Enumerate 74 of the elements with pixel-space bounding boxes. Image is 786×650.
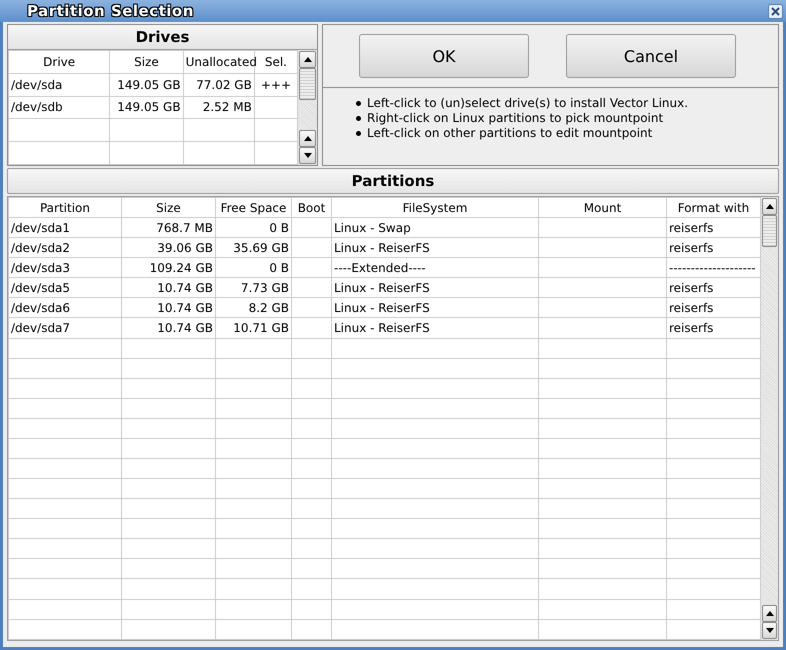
close-icon[interactable] [768, 4, 783, 18]
table-cell: /dev/sda5 [8, 278, 122, 298]
table-cell: 39.06 GB [122, 238, 216, 258]
scrollbar[interactable] [298, 50, 317, 165]
bullet-icon [356, 130, 361, 136]
panel-heading: Partitions [7, 168, 779, 194]
column-header[interactable]: Format with [666, 198, 760, 218]
table-cell: 0 B [216, 218, 292, 238]
column-header[interactable]: Drive [8, 50, 110, 74]
table-cell: 77.02 GB [183, 73, 254, 96]
table-cell: /dev/sda3 [8, 258, 122, 278]
table-cell: Linux - ReiserFS [332, 298, 538, 318]
bullet-icon [356, 116, 361, 120]
table-cell: Linux - Swap [332, 218, 538, 238]
dialog-button[interactable]: Cancel [566, 34, 736, 78]
table-cell: Linux - ReiserFS [332, 278, 538, 298]
table-cell: 10.74 GB [122, 298, 216, 318]
table-cell: 109.24 GB [122, 258, 216, 278]
scroll-up-button[interactable] [299, 51, 316, 68]
table-cell: /dev/sda7 [8, 318, 122, 338]
scroll-up-button[interactable] [762, 198, 777, 215]
table-cell: 10.74 GB [122, 278, 216, 298]
table-cell: reiserfs [666, 218, 760, 238]
scroll-down-button[interactable] [299, 147, 316, 164]
table-cell: reiserfs [666, 238, 760, 258]
up-arrow-icon [766, 204, 774, 209]
up-arrow-icon [304, 57, 312, 62]
table-cell: 2.52 MB [183, 96, 254, 119]
column-header[interactable]: Boot [292, 198, 332, 218]
table-cell: ----Extended---- [332, 258, 538, 278]
table-cell: /dev/sda2 [8, 238, 122, 258]
down-arrow-icon [304, 153, 312, 158]
table-cell: 149.05 GB [110, 73, 184, 96]
table-cell: reiserfs [666, 278, 760, 298]
column-header[interactable]: Partition [8, 198, 122, 218]
hint-text: Right-click on Linux partitions to pick mountpoint [367, 111, 664, 125]
table-cell: 0 B [216, 258, 292, 278]
bullet-icon [356, 100, 361, 106]
down-arrow-icon [766, 628, 774, 633]
table-cell: 149.05 GB [110, 96, 184, 119]
table-cell: 35.69 GB [216, 238, 292, 258]
column-header[interactable]: Size [122, 198, 216, 218]
table-cell: /dev/sda1 [8, 218, 122, 238]
scroll-thumb[interactable] [299, 68, 316, 100]
scroll-up-button[interactable] [299, 130, 316, 147]
table-cell: Linux - ReiserFS [332, 238, 538, 258]
table-cell: 768.7 MB [122, 218, 216, 238]
column-header[interactable]: Free Space [216, 198, 292, 218]
column-header[interactable]: FileSystem [332, 198, 538, 218]
table-cell: /dev/sda [8, 73, 110, 96]
table-cell: /dev/sdb [8, 96, 110, 119]
panel-heading: Drives [8, 25, 317, 50]
window-title: Partition Selection [27, 2, 194, 20]
column-header[interactable]: Mount [538, 198, 666, 218]
table-cell: /dev/sda6 [8, 298, 122, 318]
table-cell: -------------------- [666, 258, 760, 278]
up-arrow-icon [304, 136, 312, 141]
table-cell: reiserfs [666, 298, 760, 318]
column-header[interactable]: Size [110, 50, 184, 74]
scroll-thumb[interactable] [762, 215, 777, 247]
dialog-button[interactable]: OK [359, 34, 529, 78]
table-cell: 8.2 GB [216, 298, 292, 318]
table-cell: Linux - ReiserFS [332, 318, 538, 338]
table-cell: 10.71 GB [216, 318, 292, 338]
hint-text: Left-click to (un)select drive(s) to install Vector Linux. [367, 96, 688, 110]
scroll-up-button[interactable] [762, 605, 777, 622]
up-arrow-icon [766, 611, 774, 616]
hint-text: Left-click on other partitions to edit mountpoint [367, 126, 652, 140]
table-cell: 7.73 GB [216, 278, 292, 298]
scroll-down-button[interactable] [762, 622, 777, 639]
table-cell: 10.74 GB [122, 318, 216, 338]
table-cell: reiserfs [666, 318, 760, 338]
scrollbar[interactable] [761, 197, 778, 640]
column-header[interactable]: Unallocated [183, 50, 254, 74]
